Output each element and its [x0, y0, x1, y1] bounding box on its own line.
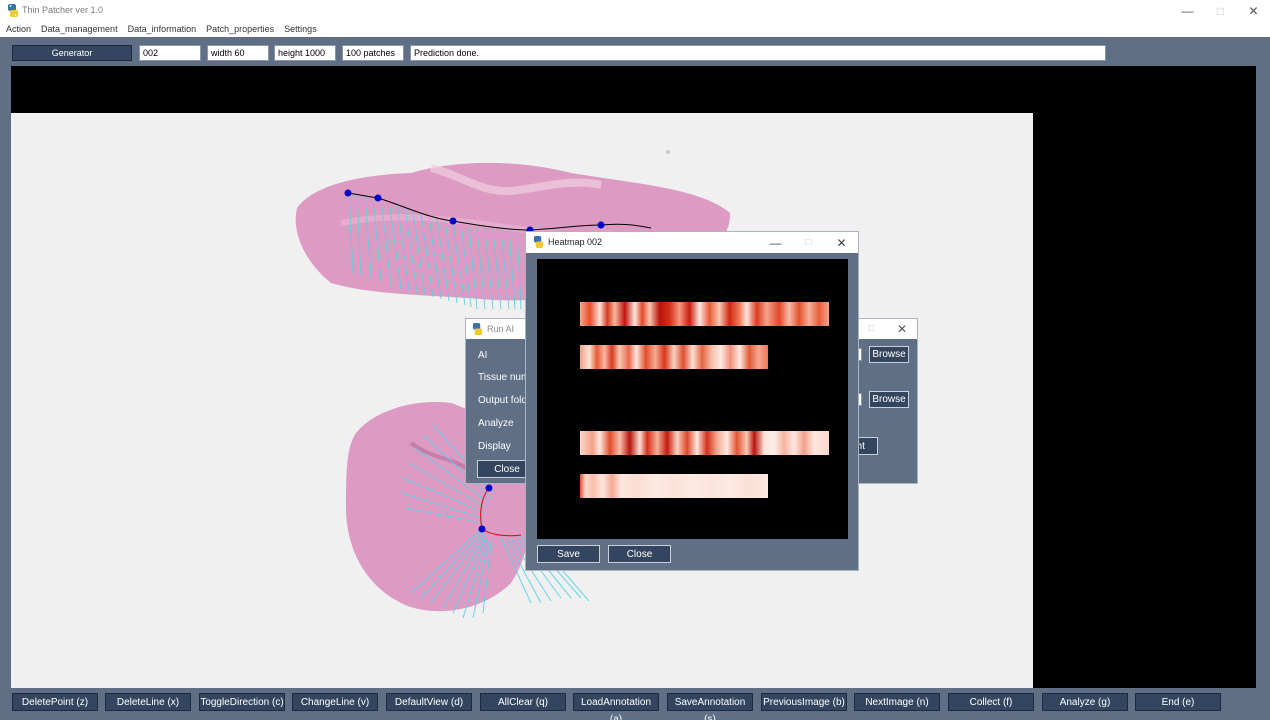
heatmap-canvas — [537, 259, 848, 539]
delete-point-button[interactable]: DeletePoint (z) — [12, 693, 98, 711]
heatmap-title: Heatmap 002 — [548, 237, 603, 247]
menu-data-management[interactable]: Data_management — [41, 22, 118, 37]
load-annotation-button[interactable]: LoadAnnotation (a) — [573, 693, 659, 720]
python-icon — [472, 323, 483, 335]
all-clear-button[interactable]: AllClear (q) — [480, 693, 566, 711]
collect-button[interactable]: Collect (f) — [948, 693, 1034, 711]
analyze-label: Analyze — [478, 418, 514, 429]
heatmap-titlebar: Heatmap 002 — □ ✕ — [526, 232, 858, 253]
generator-button[interactable]: Generator — [12, 45, 132, 61]
browse-output-button[interactable]: Browse — [869, 391, 909, 408]
close-icon[interactable]: ✕ — [897, 322, 907, 336]
maximize-icon[interactable]: □ — [868, 323, 874, 334]
display-label: Display — [478, 441, 511, 452]
heatmap-row-4 — [580, 474, 768, 498]
ai-label: AI — [478, 350, 488, 361]
heatmap-row-2 — [580, 345, 768, 369]
next-image-button[interactable]: NextImage (n) — [854, 693, 940, 711]
python-icon — [533, 236, 544, 248]
patches-field[interactable]: 100 patches — [342, 45, 404, 61]
change-line-button[interactable]: ChangeLine (v) — [292, 693, 378, 711]
delete-line-button[interactable]: DeleteLine (x) — [105, 693, 191, 711]
close-icon[interactable]: ✕ — [825, 232, 858, 253]
height-field[interactable]: height 1000 — [274, 45, 336, 61]
tissue-num-label: Tissue num — [478, 372, 530, 383]
minimize-icon[interactable]: — — [759, 232, 792, 253]
heatmap-row-3 — [580, 431, 829, 455]
minimize-icon[interactable]: — — [1171, 0, 1204, 22]
run-ai-title: Run AI — [487, 324, 515, 334]
status-field: Prediction done. — [410, 45, 1106, 61]
maximize-icon[interactable]: □ — [1204, 0, 1237, 22]
heatmap-save-button[interactable]: Save — [537, 545, 600, 563]
python-icon — [8, 4, 18, 17]
slide-id-field[interactable]: 002 — [139, 45, 201, 61]
browse-ai-button[interactable]: Browse — [869, 346, 909, 363]
heatmap-close-button[interactable]: Close — [608, 545, 671, 563]
end-button[interactable]: End (e) — [1135, 693, 1221, 711]
menu-patch-properties[interactable]: Patch_properties — [206, 22, 274, 37]
close-icon[interactable]: ✕ — [1237, 0, 1270, 22]
menu-settings[interactable]: Settings — [284, 22, 317, 37]
menu-data-information[interactable]: Data_information — [128, 22, 197, 37]
heatmap-dialog: Heatmap 002 — □ ✕ Save Close — [525, 231, 859, 571]
width-field[interactable]: width 60 — [207, 45, 269, 61]
heatmap-row-1 — [580, 302, 829, 326]
menu-bar: Action Data_management Data_information … — [0, 22, 1270, 37]
title-bar: Thin Patcher ver 1.0 — □ ✕ — [0, 0, 1270, 22]
window-title: Thin Patcher ver 1.0 — [22, 5, 104, 15]
toggle-direction-button[interactable]: ToggleDirection (c) — [199, 693, 285, 711]
previous-image-button[interactable]: PreviousImage (b) — [761, 693, 847, 711]
default-view-button[interactable]: DefaultView (d) — [386, 693, 472, 711]
menu-action[interactable]: Action — [6, 22, 31, 37]
save-annotation-button[interactable]: SaveAnnotation (s) — [667, 693, 753, 720]
analyze-button[interactable]: Analyze (g) — [1042, 693, 1128, 711]
maximize-icon[interactable]: □ — [792, 232, 825, 253]
